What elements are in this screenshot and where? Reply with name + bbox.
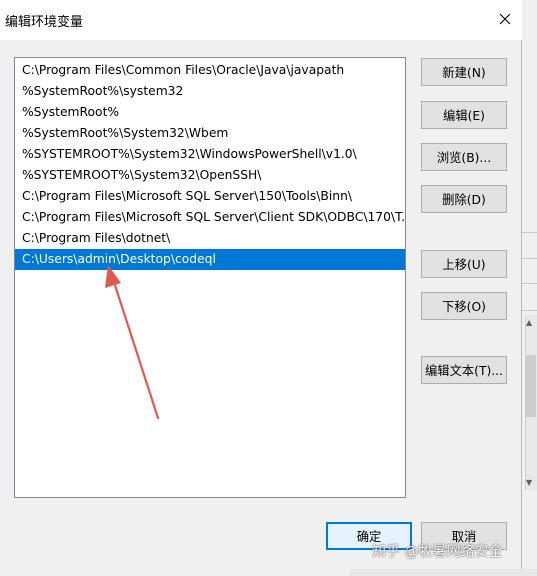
close-icon bbox=[499, 13, 511, 25]
delete-button[interactable]: 删除(D) bbox=[421, 185, 507, 213]
list-item[interactable]: %SystemRoot% bbox=[15, 102, 405, 123]
edit-text-button[interactable]: 编辑文本(T)... bbox=[421, 356, 507, 384]
list-item[interactable]: C:\Program Files\Common Files\Oracle\Jav… bbox=[15, 60, 405, 81]
list-item-selected[interactable]: C:\Users\admin\Desktop\codeql bbox=[15, 249, 405, 270]
background-taskbar-strip bbox=[350, 569, 537, 576]
divider bbox=[522, 310, 537, 311]
list-item[interactable]: %SystemRoot%\System32\Wbem bbox=[15, 123, 405, 144]
edit-env-var-dialog: 编辑环境变量 C:\Program Files\Common Files\Ora… bbox=[0, 0, 522, 576]
title-bar[interactable]: 编辑环境变量 bbox=[0, 0, 522, 40]
divider bbox=[522, 258, 537, 259]
list-item[interactable]: %SYSTEMROOT%\System32\OpenSSH\ bbox=[15, 165, 405, 186]
cancel-button[interactable]: 取消 bbox=[421, 522, 507, 550]
list-item[interactable]: C:\Program Files\dotnet\ bbox=[15, 228, 405, 249]
chevron-up-icon[interactable]: ▲ bbox=[526, 318, 532, 327]
divider bbox=[522, 283, 537, 284]
move-up-button[interactable]: 上移(U) bbox=[421, 250, 507, 278]
move-down-button[interactable]: 下移(O) bbox=[421, 292, 507, 320]
list-item[interactable]: %SYSTEMROOT%\System32\WindowsPowerShell\… bbox=[15, 144, 405, 165]
browse-button[interactable]: 浏览(B)... bbox=[421, 143, 507, 171]
chevron-down-icon[interactable]: ▼ bbox=[526, 478, 532, 487]
close-button[interactable] bbox=[490, 4, 520, 34]
list-item[interactable]: %SystemRoot%\system32 bbox=[15, 81, 405, 102]
background-scrollbar-thumb[interactable] bbox=[526, 355, 536, 417]
new-button[interactable]: 新建(N) bbox=[421, 58, 507, 86]
edit-button[interactable]: 编辑(E) bbox=[421, 101, 507, 129]
window-title: 编辑环境变量 bbox=[5, 15, 84, 30]
path-listbox[interactable]: C:\Program Files\Common Files\Oracle\Jav… bbox=[14, 57, 406, 498]
list-item[interactable]: C:\Program Files\Microsoft SQL Server\15… bbox=[15, 186, 405, 207]
ok-button[interactable]: 确定 bbox=[326, 522, 412, 550]
list-item[interactable]: C:\Program Files\Microsoft SQL Server\Cl… bbox=[15, 207, 405, 228]
divider bbox=[522, 232, 537, 233]
